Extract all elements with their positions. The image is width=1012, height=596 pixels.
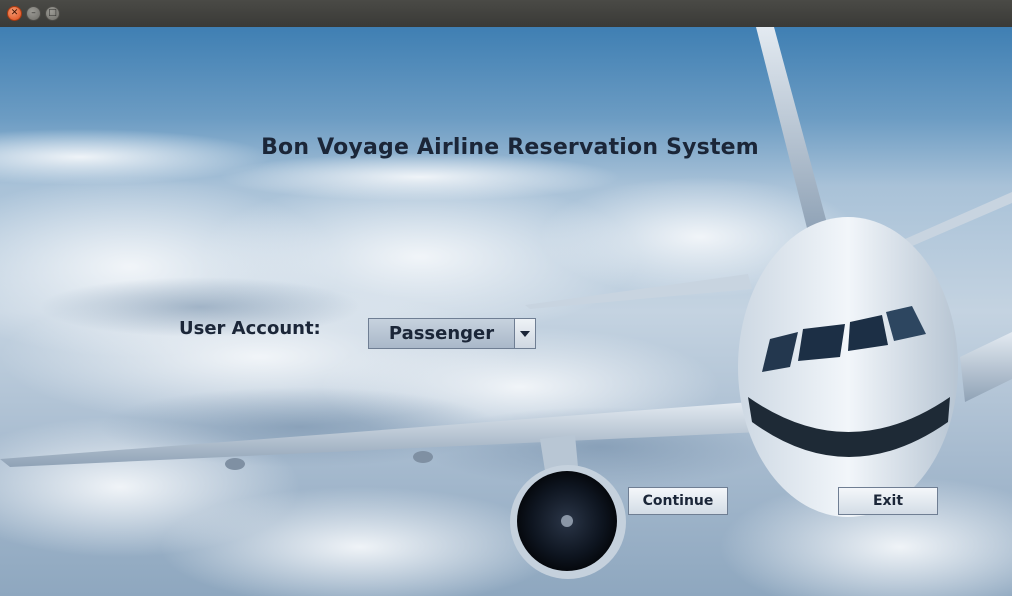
chevron-down-icon[interactable] [514, 319, 535, 348]
exit-button[interactable]: Exit [838, 487, 938, 515]
continue-button[interactable]: Continue [628, 487, 728, 515]
user-account-selected-value: Passenger [388, 323, 495, 344]
close-icon[interactable]: ✕ [7, 6, 22, 21]
main-panel: Bon Voyage Airline Reservation System Us… [0, 27, 1012, 596]
page-title: Bon Voyage Airline Reservation System [261, 135, 759, 160]
window-titlebar: ✕ – □ [0, 0, 1012, 28]
maximize-icon[interactable]: □ [45, 6, 60, 21]
minimize-icon[interactable]: – [26, 6, 41, 21]
user-account-dropdown[interactable]: Passenger [368, 318, 536, 349]
user-account-label: User Account: [179, 318, 321, 339]
app-window: ✕ – □ Bon Voyage Airline Reservation Sys… [0, 0, 1012, 596]
